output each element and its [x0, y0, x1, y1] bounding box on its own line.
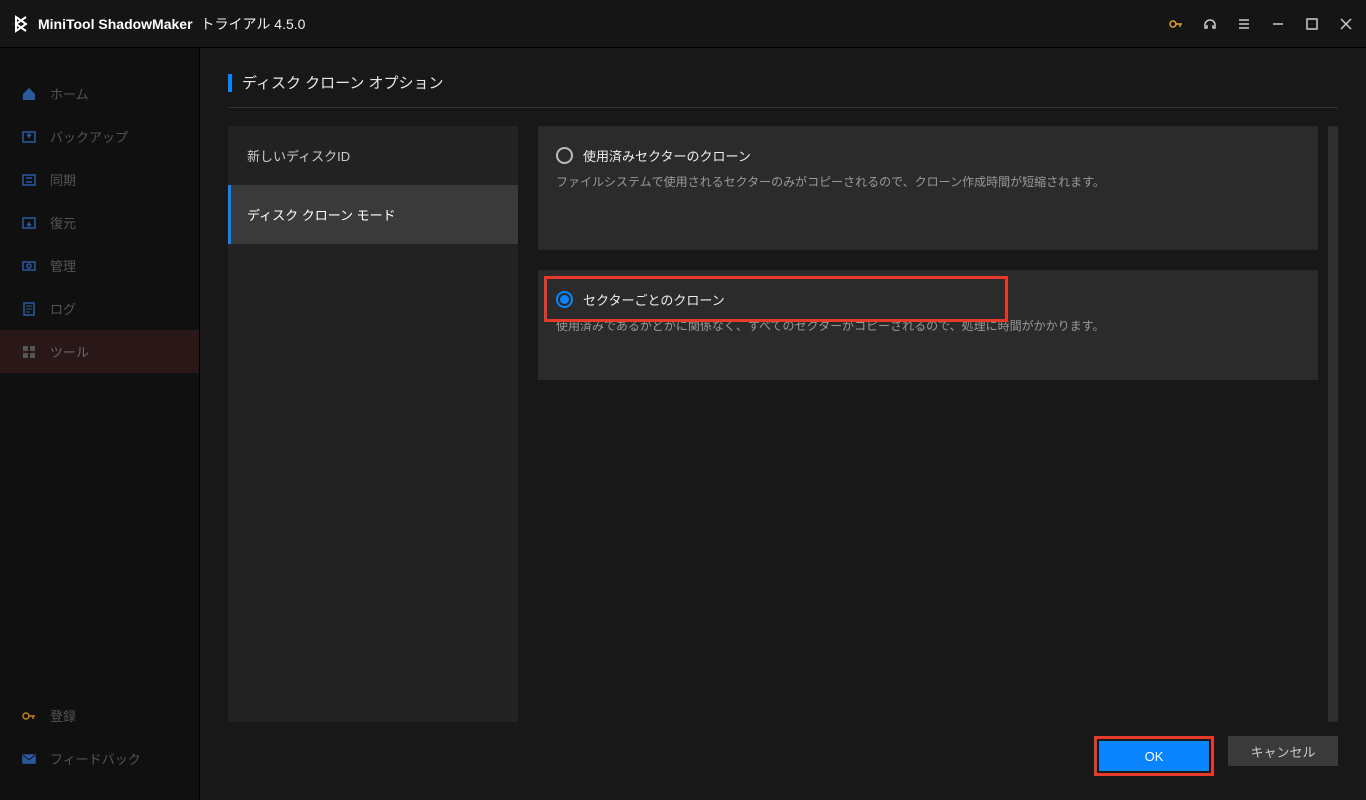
- sidebar-item-log[interactable]: ログ: [0, 287, 199, 330]
- logo-icon: [12, 15, 30, 33]
- sidebar-item-sync[interactable]: 同期: [0, 158, 199, 201]
- sidebar-item-register[interactable]: 登録: [0, 694, 199, 737]
- sidebar-item-feedback[interactable]: フィードバック: [0, 737, 199, 780]
- sidebar-item-label: 登録: [50, 706, 76, 725]
- tools-icon: [20, 343, 38, 361]
- app-name: MiniTool ShadowMaker: [38, 16, 193, 32]
- titlebar: MiniTool ShadowMaker トライアル 4.5.0: [0, 0, 1366, 48]
- accent-bar: [228, 74, 232, 92]
- close-icon[interactable]: [1338, 16, 1354, 32]
- scrollbar[interactable]: [1328, 126, 1338, 722]
- restore-icon: [20, 214, 38, 232]
- sidebar-item-restore[interactable]: 復元: [0, 201, 199, 244]
- cancel-button[interactable]: キャンセル: [1228, 736, 1338, 766]
- sync-icon: [20, 171, 38, 189]
- radio-unselected-icon[interactable]: [556, 147, 573, 164]
- key-icon[interactable]: [1168, 16, 1184, 32]
- options-panel: 使用済みセクターのクローン ファイルシステムで使用されるセクターのみがコピーされ…: [538, 126, 1318, 722]
- page-title: ディスク クローン オプション: [242, 72, 444, 93]
- window-controls: [1168, 16, 1354, 32]
- mail-icon: [20, 750, 38, 768]
- option-used-sector-clone[interactable]: 使用済みセクターのクローン ファイルシステムで使用されるセクターのみがコピーされ…: [538, 126, 1318, 250]
- log-icon: [20, 300, 38, 318]
- sidebar-item-label: ホーム: [50, 84, 89, 103]
- maximize-icon[interactable]: [1304, 16, 1320, 32]
- sidebar-item-label: 同期: [50, 170, 76, 189]
- dialog-footer: OK キャンセル: [228, 722, 1338, 776]
- tab-disk-clone-mode[interactable]: ディスク クローン モード: [228, 185, 518, 244]
- sidebar-item-home[interactable]: ホーム: [0, 72, 199, 115]
- ok-button-highlight: OK: [1094, 736, 1214, 776]
- sidebar-item-label: ツール: [50, 342, 89, 361]
- option-desc: 使用済みであるかどかに関係なく、すべてのセクターがコピーされるので、処理に時間が…: [556, 317, 1300, 334]
- sidebar-item-label: フィードバック: [50, 749, 141, 768]
- sidebar-item-label: ログ: [50, 299, 76, 318]
- option-title: セクターごとのクローン: [583, 290, 725, 309]
- radio-selected-icon[interactable]: [556, 291, 573, 308]
- tab-new-disk-id[interactable]: 新しいディスクID: [228, 126, 518, 185]
- sidebar-item-backup[interactable]: バックアップ: [0, 115, 199, 158]
- ok-button[interactable]: OK: [1099, 741, 1209, 771]
- sidebar-item-tools[interactable]: ツール: [0, 330, 199, 373]
- sidebar-item-manage[interactable]: 管理: [0, 244, 199, 287]
- sidebar-item-label: 管理: [50, 256, 76, 275]
- app-version: トライアル 4.5.0: [201, 14, 306, 34]
- sidebar: ホーム バックアップ 同期 復元 管理 ログ ツール: [0, 48, 200, 800]
- app-logo: MiniTool ShadowMaker トライアル 4.5.0: [12, 14, 305, 34]
- option-desc: ファイルシステムで使用されるセクターのみがコピーされるので、クローン作成時間が短…: [556, 173, 1300, 190]
- option-sector-by-sector-clone[interactable]: セクターごとのクローン 使用済みであるかどかに関係なく、すべてのセクターがコピー…: [538, 270, 1318, 380]
- option-title: 使用済みセクターのクローン: [583, 146, 751, 165]
- content-area: ディスク クローン オプション 新しいディスクID ディスク クローン モード …: [200, 48, 1366, 800]
- menu-icon[interactable]: [1236, 16, 1252, 32]
- home-icon: [20, 85, 38, 103]
- sidebar-item-label: バックアップ: [50, 127, 128, 146]
- sidebar-item-label: 復元: [50, 213, 76, 232]
- backup-icon: [20, 128, 38, 146]
- page-header: ディスク クローン オプション: [228, 72, 1338, 108]
- manage-icon: [20, 257, 38, 275]
- tab-label: ディスク クローン モード: [247, 208, 396, 223]
- headset-icon[interactable]: [1202, 16, 1218, 32]
- key-icon: [20, 707, 38, 725]
- tab-list: 新しいディスクID ディスク クローン モード: [228, 126, 518, 722]
- minimize-icon[interactable]: [1270, 16, 1286, 32]
- tab-label: 新しいディスクID: [247, 149, 350, 164]
